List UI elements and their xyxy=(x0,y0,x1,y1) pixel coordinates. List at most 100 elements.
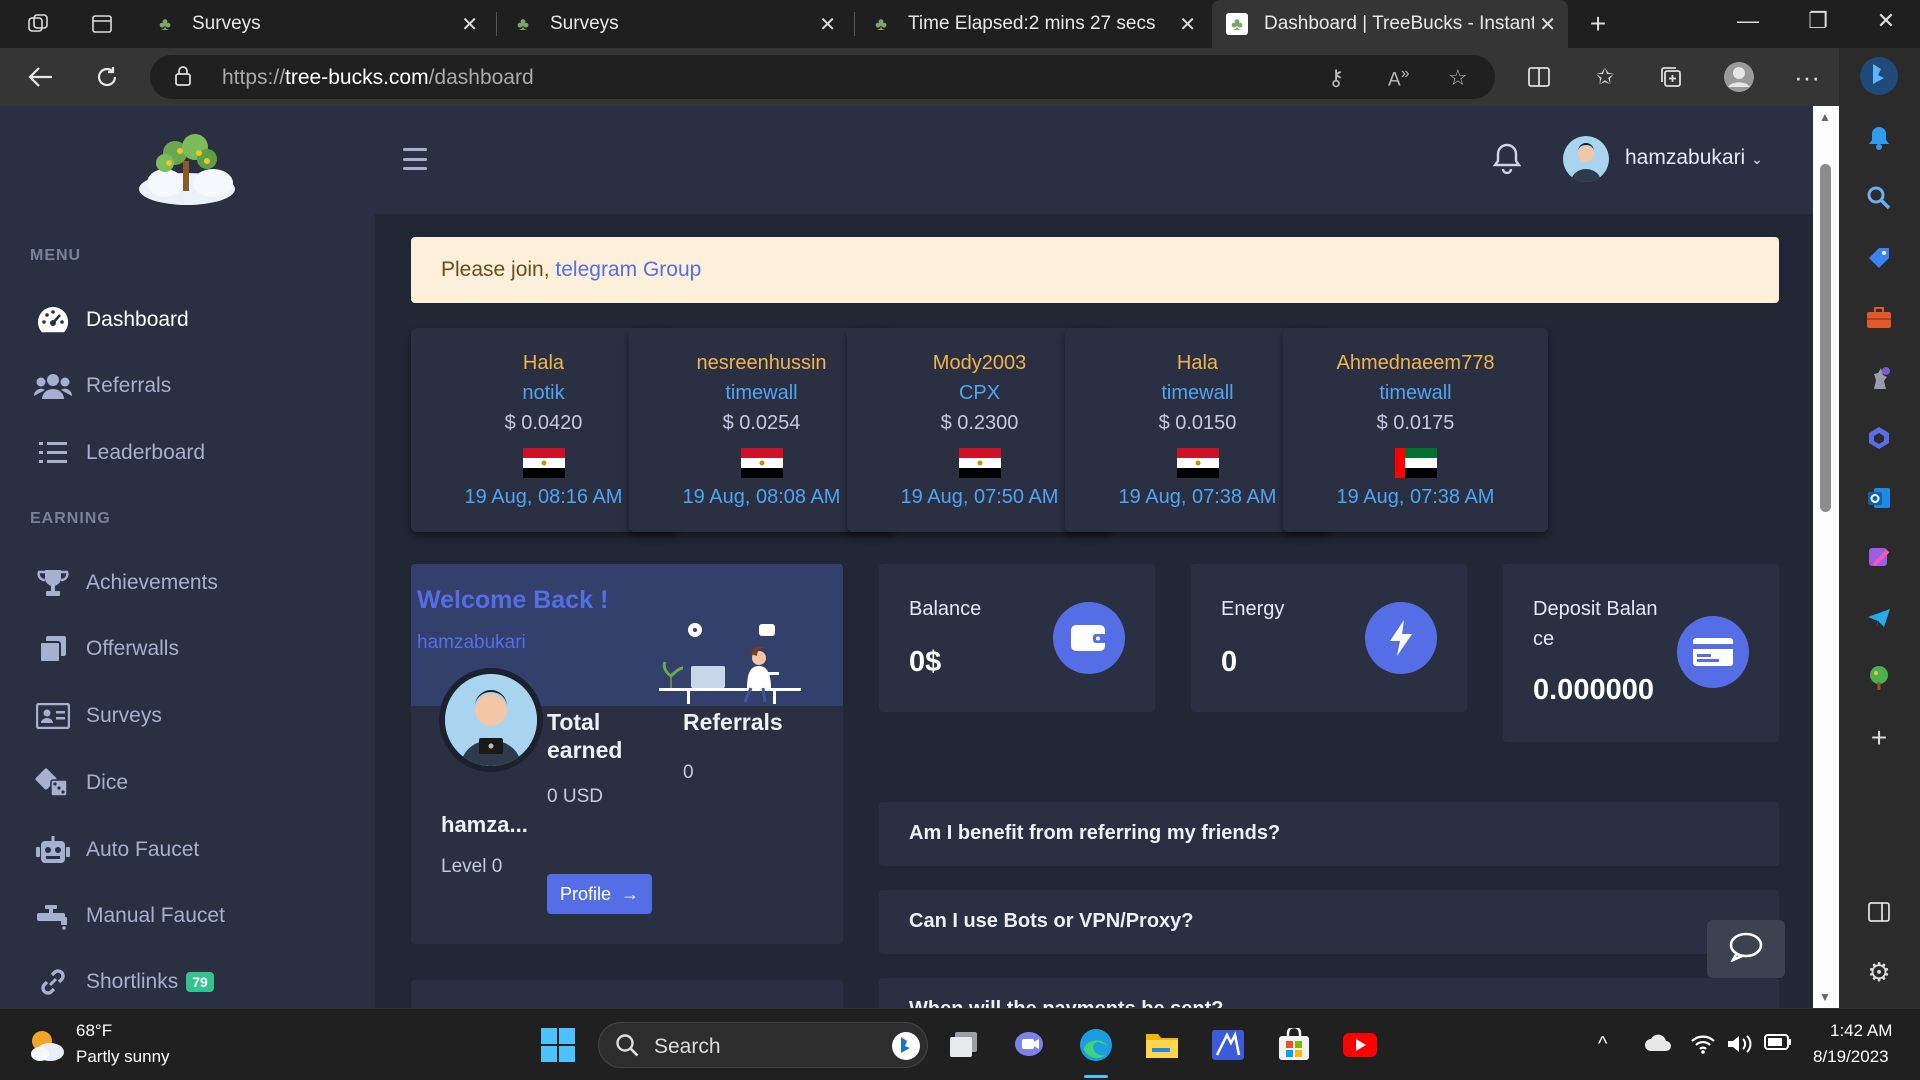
teams-chat-icon[interactable] xyxy=(1010,1025,1050,1065)
deposit-balance-value: 0.000000 xyxy=(1533,674,1654,706)
page-scrollbar[interactable]: ▲ ▼ xyxy=(1813,106,1839,1008)
sidebar-item-dashboard[interactable]: Dashboard xyxy=(34,302,189,338)
weather-temperature[interactable]: 68°F xyxy=(76,1021,112,1041)
notification-bell-icon[interactable] xyxy=(1861,120,1897,156)
faq-item[interactable]: Am I benefit from referring my friends? xyxy=(879,802,1779,866)
window-close-icon[interactable]: ✕ xyxy=(1866,8,1906,34)
user-menu-toggle[interactable]: hamzabukari ⌄ xyxy=(1625,146,1763,170)
tools-icon[interactable] xyxy=(1861,300,1897,336)
wifi-icon[interactable] xyxy=(1690,1033,1716,1061)
onedrive-cloud-icon[interactable] xyxy=(1644,1033,1672,1059)
chevron-up-icon[interactable]: ^ xyxy=(1598,1033,1607,1056)
hamburger-menu-icon[interactable] xyxy=(403,148,427,170)
favorite-star-icon[interactable]: ☆ xyxy=(1448,65,1468,91)
partly-sunny-icon[interactable] xyxy=(26,1027,66,1063)
volume-icon[interactable] xyxy=(1726,1033,1754,1061)
clock-date[interactable]: 8/19/2023 xyxy=(1813,1047,1889,1067)
earning-user: Ahmednaeem778 xyxy=(1336,352,1495,374)
faq-item[interactable]: Can I use Bots or VPN/Proxy? xyxy=(879,890,1779,954)
tab-title: Surveys xyxy=(550,13,619,34)
deposit-balance-label: Deposit Balan ce xyxy=(1533,594,1658,654)
key-icon[interactable]: ⚷ xyxy=(1328,65,1344,91)
sidebar-item-label: Shortlinks xyxy=(86,970,179,993)
telegram-send-icon[interactable] xyxy=(1861,600,1897,636)
url-path: /dashboard xyxy=(428,66,534,89)
edge-browser-icon[interactable] xyxy=(1076,1025,1116,1065)
telegram-group-link[interactable]: telegram Group xyxy=(555,258,701,281)
treebucks-logo[interactable] xyxy=(135,131,240,206)
close-icon[interactable]: ✕ xyxy=(819,12,836,37)
sidebar-item-label: Achievements xyxy=(86,571,218,594)
scrollbar-thumb[interactable] xyxy=(1820,164,1831,512)
speedometer-icon xyxy=(34,304,72,336)
tab-actions-icon[interactable] xyxy=(88,10,116,38)
tab-surveys-1[interactable]: ♣ Surveys ✕ xyxy=(140,0,490,48)
tree-app-icon[interactable] xyxy=(1861,660,1897,696)
add-icon[interactable]: + xyxy=(1861,720,1897,756)
sidebar-toggle-icon[interactable] xyxy=(1861,894,1897,930)
clock-time[interactable]: 1:42 AM xyxy=(1830,1021,1892,1041)
minimize-icon[interactable]: — xyxy=(1728,8,1768,34)
chat-button[interactable] xyxy=(1707,920,1785,978)
close-icon[interactable]: ✕ xyxy=(1539,12,1556,37)
profile-icon[interactable] xyxy=(1722,60,1756,94)
address-bar[interactable]: https://tree-bucks.com/dashboard ⚷ A» ☆ xyxy=(150,55,1495,99)
referrals-label: Referrals xyxy=(683,709,783,735)
faq-item[interactable]: When will the payments be sent? xyxy=(879,978,1779,1008)
lock-icon[interactable] xyxy=(174,65,192,93)
sidebar-item-referrals[interactable]: Referrals xyxy=(34,368,171,404)
close-icon[interactable]: ✕ xyxy=(1179,12,1196,37)
scroll-up-arrow-icon[interactable]: ▲ xyxy=(1819,110,1831,124)
settings-gear-icon[interactable]: ⚙ xyxy=(1861,954,1897,990)
outlook-icon[interactable] xyxy=(1861,480,1897,516)
scroll-down-arrow-icon[interactable]: ▼ xyxy=(1819,990,1831,1004)
youtube-icon[interactable] xyxy=(1340,1025,1380,1065)
shopping-tag-icon[interactable] xyxy=(1861,240,1897,276)
profile-button[interactable]: Profile → xyxy=(547,874,652,914)
sidebar-item-offerwalls[interactable]: Offerwalls xyxy=(34,631,179,667)
weather-description[interactable]: Partly sunny xyxy=(76,1047,170,1067)
tab-surveys-2[interactable]: ♣ Surveys ✕ xyxy=(498,0,848,48)
chat-bubble-icon xyxy=(1729,932,1763,967)
taskbar-search-box[interactable]: Search xyxy=(598,1022,928,1068)
robot-icon xyxy=(34,834,72,866)
bing-copilot-icon[interactable] xyxy=(1857,54,1901,98)
sidebar-item-auto-faucet[interactable]: Auto Faucet xyxy=(34,832,199,868)
back-arrow-icon[interactable] xyxy=(24,60,58,94)
battery-icon[interactable] xyxy=(1764,1033,1792,1057)
read-aloud-icon[interactable]: A» xyxy=(1388,65,1410,91)
more-menu-icon[interactable]: ··· xyxy=(1790,60,1824,94)
sidebar-item-shortlinks[interactable]: Shortlinks 79 xyxy=(34,964,214,1000)
file-explorer-icon[interactable] xyxy=(1142,1025,1182,1065)
favorites-icon[interactable]: ✩ xyxy=(1588,60,1622,94)
copilot-icon[interactable] xyxy=(1861,420,1897,456)
tab-time-elapsed[interactable]: ♣ Time Elapsed:2 mins 27 secs ✕ xyxy=(856,0,1208,48)
tab-separator xyxy=(496,12,497,36)
games-icon[interactable] xyxy=(1861,360,1897,396)
sidebar-item-dice[interactable]: Dice xyxy=(34,765,128,801)
new-tab-icon[interactable]: + xyxy=(1584,8,1612,39)
bell-icon[interactable] xyxy=(1492,142,1522,179)
refresh-icon[interactable] xyxy=(90,60,124,94)
balance-card: Balance 0$ xyxy=(879,564,1155,712)
designer-icon[interactable] xyxy=(1861,540,1897,576)
sidebar-item-leaderboard[interactable]: Leaderboard xyxy=(34,435,205,471)
earning-time: 19 Aug, 07:38 AM xyxy=(1336,486,1495,508)
search-icon[interactable] xyxy=(1861,180,1897,216)
editor-app-icon[interactable] xyxy=(1208,1025,1248,1065)
avatar[interactable] xyxy=(1563,136,1609,182)
task-view-icon[interactable] xyxy=(944,1025,984,1065)
collections-icon[interactable] xyxy=(1654,60,1688,94)
tab-dashboard-active[interactable]: ♣ Dashboard | TreeBucks - Instant p ✕ xyxy=(1212,0,1568,48)
workspaces-icon[interactable] xyxy=(24,10,52,38)
sidebar-item-surveys[interactable]: Surveys xyxy=(34,698,162,734)
faucet-icon xyxy=(34,900,72,932)
windows-start-icon[interactable] xyxy=(538,1025,578,1065)
url-text[interactable]: https://tree-bucks.com/dashboard xyxy=(222,66,534,90)
sidebar-item-achievements[interactable]: Achievements xyxy=(34,565,218,601)
restore-icon[interactable]: ❐ xyxy=(1798,8,1838,34)
close-icon[interactable]: ✕ xyxy=(461,12,478,37)
microsoft-store-icon[interactable] xyxy=(1274,1025,1314,1065)
split-screen-icon[interactable] xyxy=(1522,60,1556,94)
sidebar-item-manual-faucet[interactable]: Manual Faucet xyxy=(34,898,225,934)
